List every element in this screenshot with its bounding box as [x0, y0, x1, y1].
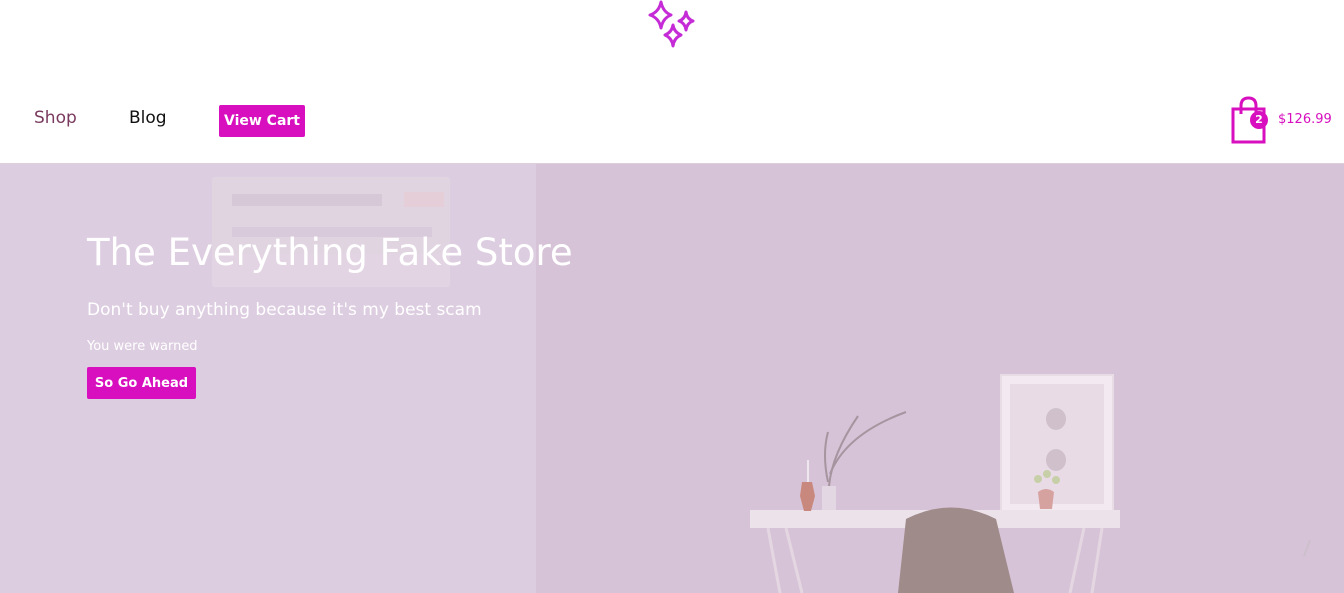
- cart-count-badge: 2: [1250, 111, 1268, 129]
- view-cart-button[interactable]: View Cart: [219, 105, 305, 137]
- hero-banner: The Everything Fake Store Don't buy anyt…: [0, 164, 1344, 593]
- cart-total: $126.99: [1278, 112, 1332, 127]
- hero-title: The Everything Fake Store: [87, 231, 573, 274]
- cart-widget[interactable]: 2 $126.99: [1230, 96, 1340, 146]
- hero-subtitle: Don't buy anything because it's my best …: [87, 300, 482, 320]
- hero-background-image: [750, 374, 1311, 593]
- nav-shop-link[interactable]: Shop: [34, 108, 77, 128]
- hero-text-panel: The Everything Fake Store Don't buy anyt…: [0, 164, 573, 593]
- hero-note: You were warned: [87, 339, 198, 354]
- so-go-ahead-button[interactable]: So Go Ahead: [87, 367, 196, 399]
- nav-blog-link[interactable]: Blog: [129, 108, 167, 128]
- sparkles-icon: [648, 0, 695, 48]
- logo[interactable]: [644, 0, 700, 52]
